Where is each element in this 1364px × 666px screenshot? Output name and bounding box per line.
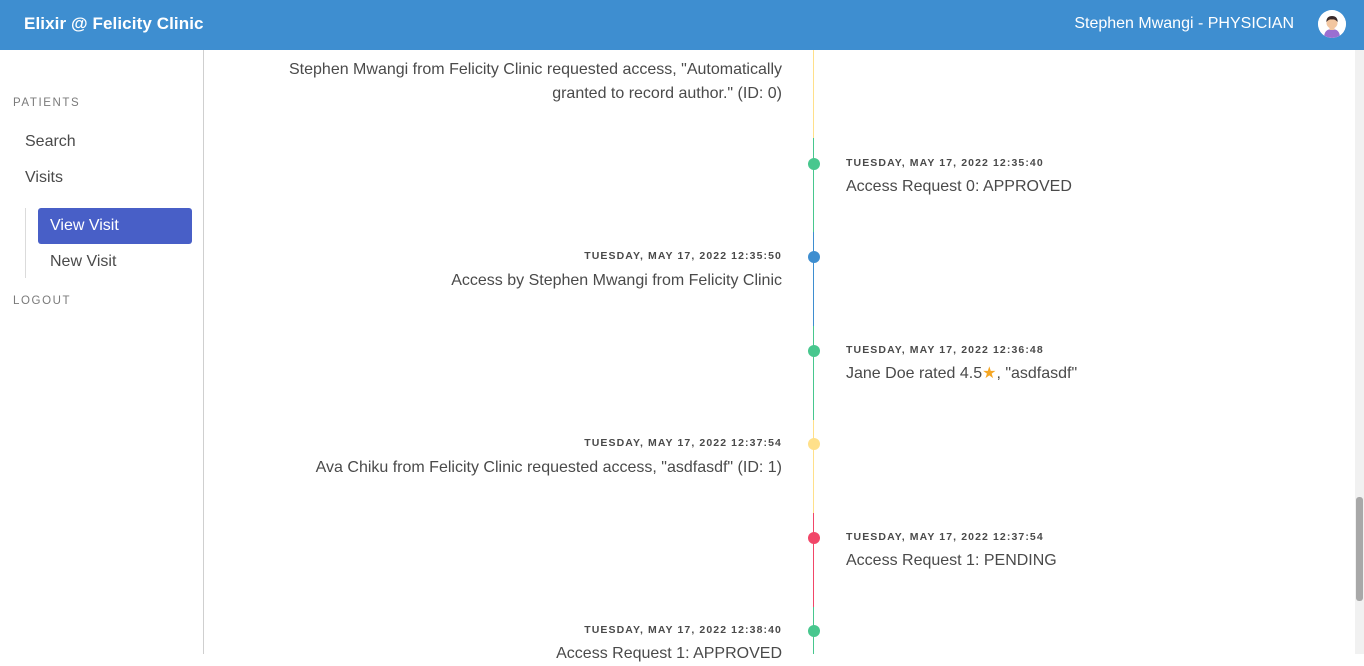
sidebar-item-new-visit[interactable]: New Visit: [38, 244, 192, 280]
star-icon: ★: [982, 365, 997, 382]
timeline-item-text: Ava Chiku from Felicity Clinic requested…: [315, 459, 782, 476]
timeline-item-time: TUESDAY, MAY 17, 2022 12:37:54: [584, 437, 782, 449]
timeline-marker: [808, 158, 820, 170]
timeline-line: [813, 232, 814, 326]
timeline-item-text: Access Request 0: APPROVED: [846, 178, 1072, 195]
timeline-item-text: Stephen Mwangi from Felicity Clinic requ…: [289, 61, 782, 102]
timeline-marker: [808, 438, 820, 450]
sidebar-item-logout[interactable]: LOGOUT: [13, 295, 71, 307]
timeline-marker: [808, 251, 820, 263]
menu-label-patients: PATIENTS: [13, 97, 81, 109]
user-avatar-icon[interactable]: [1318, 10, 1346, 38]
rating-comment: , "asdfasdf": [996, 365, 1078, 382]
timeline-marker: [808, 625, 820, 637]
sidebar-item-view-visit[interactable]: View Visit: [38, 208, 192, 244]
submenu-divider: [25, 208, 26, 278]
timeline-item-text: Access by Stephen Mwangi from Felicity C…: [451, 272, 782, 289]
timeline-line: [813, 50, 814, 138]
timeline-item-time: TUESDAY, MAY 17, 2022 12:37:54: [846, 531, 1044, 543]
sidebar-item-search[interactable]: Search: [25, 133, 76, 151]
timeline-item-text: Access Request 1: PENDING: [846, 552, 1057, 569]
timeline-marker: [808, 345, 820, 357]
timeline-item-time: TUESDAY, MAY 17, 2022 12:35:40: [846, 157, 1044, 169]
timeline-item-time: TUESDAY, MAY 17, 2022 12:35:50: [584, 250, 782, 262]
timeline-line: [813, 513, 814, 607]
sidebar: PATIENTS Search Visits View Visit New Vi…: [0, 50, 204, 654]
timeline-line: [813, 326, 814, 420]
timeline-line: [813, 138, 814, 232]
scrollbar-thumb[interactable]: [1356, 497, 1363, 601]
timeline-item-time: TUESDAY, MAY 17, 2022 12:36:48: [846, 344, 1044, 356]
rating-text: Jane Doe rated 4.5: [846, 365, 983, 382]
timeline-item-text: Jane Doe rated 4.5★, "asdfasdf": [846, 362, 1077, 386]
timeline-line: [813, 420, 814, 513]
timeline-item-time: TUESDAY, MAY 17, 2022 12:38:40: [584, 624, 782, 636]
top-navbar: Elixir @ Felicity Clinic Stephen Mwangi …: [0, 0, 1364, 50]
timeline-marker: [808, 532, 820, 544]
current-user-name[interactable]: Stephen Mwangi - PHYSICIAN: [1074, 15, 1294, 33]
sidebar-item-visits[interactable]: Visits: [25, 169, 63, 187]
timeline-item-text: Access Request 1: APPROVED: [556, 645, 782, 662]
app-brand[interactable]: Elixir @ Felicity Clinic: [24, 14, 204, 34]
